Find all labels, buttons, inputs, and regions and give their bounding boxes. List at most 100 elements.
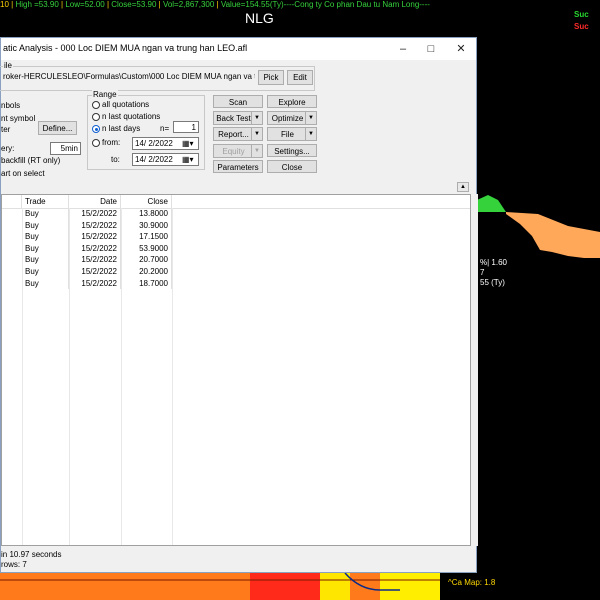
table-row[interactable]: Buy 15/2/2022 20.7000 [2,254,172,266]
n-value-field[interactable]: 1 [173,121,199,133]
dropdown-arrow-icon[interactable]: ▼ [251,128,262,140]
define-button[interactable]: Define... [38,121,77,135]
table-row[interactable]: Buy 15/2/2022 18.7000 [2,277,172,290]
camap-label: ^Ca Map: 1.8 [448,578,496,587]
date-cell: 15/2/2022 [69,254,121,266]
file-button[interactable]: File ▼ [267,127,317,141]
ticker-prefix: 10 | [0,0,14,9]
report-button[interactable]: Report... ▼ [213,127,263,141]
dropdown-arrow-icon[interactable]: ▼ [305,112,316,124]
equity-button[interactable]: Equity ▼ [213,144,263,158]
close-button[interactable]: Close [267,160,317,173]
optimize-label: Optimize [271,114,304,123]
close-cell: 20.7000 [121,254,172,266]
green-cloud-shape [477,195,506,212]
periodicity-label: ery: [1,144,15,153]
optimize-button[interactable]: Optimize ▼ [267,111,317,125]
status-rows: rows: 7 [1,560,27,569]
from-date-value: 14/ 2/2022 [135,139,173,148]
volume-strip [0,572,440,600]
orange-cloud-shape [506,212,600,258]
from-label: from: [102,138,121,147]
current-symbol-option-label[interactable]: nt symbol [1,114,35,123]
trade-cell: Buy [22,242,69,255]
date-cell: 15/2/2022 [69,242,121,255]
ticker-low: Low=52.00 [65,0,105,9]
close-cell: 13.8000 [121,208,172,220]
ticker-close: Close=53.90 [111,0,157,9]
back-test-button[interactable]: Back Test ▼ [213,111,263,125]
n-last-days-label[interactable]: n last days [102,124,140,133]
table-row[interactable]: Buy 15/2/2022 53.9000 [2,242,172,255]
table-header-blank [2,195,22,208]
status-time: in 10.97 seconds [1,550,62,559]
ticker-value: Value=154.55(Ty)----Cong ty Co phan Dau … [220,0,430,9]
filter-option-label[interactable]: ter [1,125,10,134]
date-cell: 15/2/2022 [69,266,121,278]
column-header-close[interactable]: Close [121,195,172,208]
collapse-arrow-icon[interactable]: ▲ [457,182,469,192]
side-label-1: Suc [574,10,589,19]
chart-annotation-1: %| 1.60 [480,258,507,267]
close-icon[interactable]: ✕ [453,41,469,57]
ticker-info-bar: 10 | High =53.90 | Low=52.00 | Close=53.… [0,0,430,9]
close-cell: 20.2000 [121,266,172,278]
to-date-value: 14/ 2/2022 [135,155,173,164]
periodicity-field[interactable]: 5min [50,142,81,155]
file-label: File [281,130,294,139]
edit-button[interactable]: Edit [287,70,313,85]
from-radio[interactable] [92,139,100,147]
close-cell: 18.7000 [121,277,172,290]
dropdown-arrow-icon[interactable]: ▼ [305,128,316,140]
parameters-button[interactable]: Parameters [213,160,263,173]
start-on-select-label[interactable]: art on select [1,169,45,178]
date-cell: 15/2/2022 [69,208,121,220]
equity-label: Equity [222,147,245,156]
close-cell: 30.9000 [121,219,172,232]
calendar-icon[interactable]: ▦▾ [182,154,194,165]
results-table[interactable]: Trade Date Close Buy 15/2/2022 13.8000 B… [1,194,471,546]
table-row[interactable]: Buy 15/2/2022 20.2000 [2,266,172,278]
table-row[interactable]: Buy 15/2/2022 17.1500 [2,231,172,243]
trade-cell: Buy [22,266,69,278]
settings-button[interactable]: Settings... [267,144,317,157]
dialog-titlebar[interactable]: atic Analysis - 000 Loc DIEM MUA ngan va… [1,38,476,60]
column-header-trade[interactable]: Trade [22,195,69,208]
table-row[interactable]: Buy 15/2/2022 13.8000 [2,208,172,220]
chart-annotation-2: 7 [480,268,485,277]
from-date-field[interactable]: 14/ 2/2022 ▦▾ [132,137,199,150]
scan-button[interactable]: Scan [213,95,263,108]
table-scrollbar[interactable] [471,194,478,546]
report-label: Report... [218,130,249,139]
date-cell: 15/2/2022 [69,231,121,243]
formula-group-title: ile [3,61,14,70]
range-group-title: Range [92,90,118,99]
all-quotations-radio[interactable] [92,101,100,109]
analysis-dialog[interactable]: atic Analysis - 000 Loc DIEM MUA ngan va… [0,37,478,573]
dialog-title: atic Analysis - 000 Loc DIEM MUA ngan va… [3,43,248,53]
formula-path-field[interactable]: roker-HERCULESLEO\Formulas\Custom\000 Lo… [1,71,255,85]
symbols-option-label[interactable]: nbols [1,101,20,110]
column-header-date[interactable]: Date [69,195,121,208]
maximize-icon[interactable]: □ [423,41,439,57]
to-date-field[interactable]: 14/ 2/2022 ▦▾ [132,153,199,166]
trade-cell: Buy [22,219,69,232]
minimize-icon[interactable]: – [395,41,411,57]
side-label-2: Suc [574,22,589,31]
table-row[interactable]: Buy 15/2/2022 30.9000 [2,219,172,232]
pick-button[interactable]: Pick [258,70,284,85]
all-quotations-label[interactable]: all quotations [102,100,149,109]
symbol-title: NLG [245,10,274,26]
date-cell: 15/2/2022 [69,277,121,290]
n-last-days-radio[interactable] [92,125,100,133]
calendar-icon[interactable]: ▦▾ [182,138,194,149]
backfill-checkbox-label[interactable]: backfill (RT only) [1,156,60,165]
trade-cell: Buy [22,277,69,290]
date-cell: 15/2/2022 [69,219,121,232]
dropdown-arrow-icon[interactable]: ▼ [251,112,262,124]
dropdown-arrow-icon[interactable]: ▼ [251,145,262,157]
ticker-high: High =53.90 [15,0,59,9]
n-last-quotations-label[interactable]: n last quotations [102,112,160,121]
n-last-quotations-radio[interactable] [92,113,100,121]
explore-button[interactable]: Explore [267,95,317,108]
